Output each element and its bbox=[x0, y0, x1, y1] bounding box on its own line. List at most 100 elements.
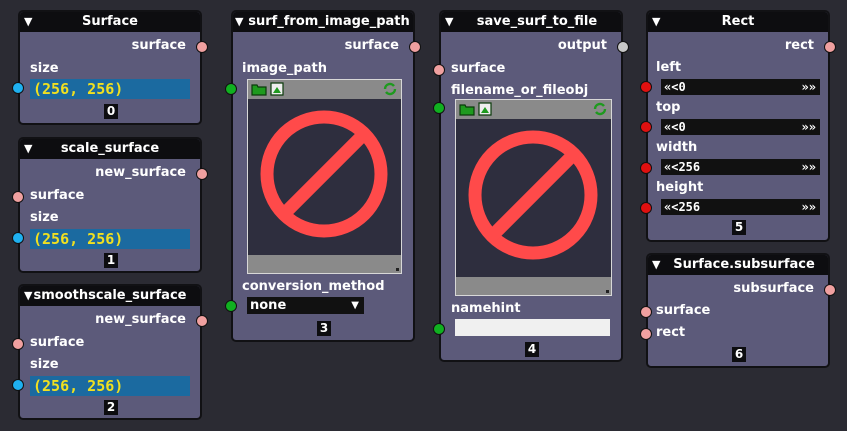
node-index: 4 bbox=[525, 342, 539, 357]
node-header[interactable]: ▼ Surface bbox=[20, 12, 200, 32]
input-socket-top[interactable] bbox=[640, 121, 652, 133]
output-socket-surface[interactable] bbox=[409, 41, 421, 53]
output-socket-new-surface[interactable] bbox=[196, 168, 208, 180]
node-title: Surface.subsurface bbox=[673, 257, 815, 272]
input-socket-height[interactable] bbox=[640, 202, 652, 214]
input-socket-rect[interactable] bbox=[640, 328, 652, 340]
reload-icon[interactable] bbox=[592, 102, 608, 116]
input-socket-left[interactable] bbox=[640, 81, 652, 93]
output-socket-new-surface[interactable] bbox=[196, 315, 208, 327]
height-label: height bbox=[656, 180, 704, 195]
node-index: 5 bbox=[732, 220, 746, 235]
node-title: surf_from_image_path bbox=[248, 14, 410, 29]
size-label: size bbox=[30, 61, 59, 76]
node-title: scale_surface bbox=[60, 141, 160, 156]
node-scale-surface[interactable]: ▼ scale_surface new_surface surface size… bbox=[12, 137, 208, 273]
dropdown-value: none bbox=[250, 298, 287, 313]
input-socket-filename[interactable] bbox=[433, 102, 445, 114]
output-label: new_surface bbox=[95, 165, 186, 180]
size-label: size bbox=[30, 357, 59, 372]
output-socket-surface[interactable] bbox=[196, 41, 208, 53]
output-socket-subsurface[interactable] bbox=[824, 284, 836, 296]
input-socket-width[interactable] bbox=[640, 162, 652, 174]
image-path-preview[interactable] bbox=[247, 79, 402, 274]
left-int-field[interactable]: «<0 »» bbox=[661, 79, 820, 95]
decrement-arrow-icon[interactable]: «< bbox=[664, 200, 678, 214]
decrement-arrow-icon[interactable]: «< bbox=[664, 120, 678, 134]
output-label: surface bbox=[344, 38, 399, 53]
folder-icon[interactable] bbox=[251, 82, 267, 96]
input-socket-size[interactable] bbox=[12, 232, 24, 244]
surface-label: surface bbox=[30, 188, 85, 203]
node-title: save_surf_to_file bbox=[476, 14, 598, 29]
input-socket-surface[interactable] bbox=[12, 191, 24, 203]
forbidden-sign-icon bbox=[468, 130, 598, 260]
input-socket-surface[interactable] bbox=[433, 64, 445, 76]
decrement-arrow-icon[interactable]: «< bbox=[664, 160, 678, 174]
input-socket-size[interactable] bbox=[12, 82, 24, 94]
node-title: smoothscale_surface bbox=[33, 288, 187, 303]
top-int-field[interactable]: «<0 »» bbox=[661, 119, 820, 135]
node-index: 1 bbox=[104, 253, 118, 268]
image-footer bbox=[248, 255, 401, 273]
node-index: 3 bbox=[317, 321, 331, 336]
resize-grip[interactable] bbox=[396, 268, 399, 271]
surface-label: surface bbox=[656, 303, 711, 318]
reload-icon[interactable] bbox=[382, 82, 398, 96]
node-header[interactable]: ▼ smoothscale_surface bbox=[20, 286, 200, 306]
node-header[interactable]: ▼ save_surf_to_file bbox=[441, 12, 621, 32]
rect-label: rect bbox=[656, 325, 686, 340]
output-label: subsurface bbox=[733, 281, 814, 296]
size-tuple-field[interactable]: (256, 256) bbox=[30, 229, 190, 249]
output-label: new_surface bbox=[95, 312, 186, 327]
image-preview-icon[interactable] bbox=[477, 102, 493, 116]
input-socket-conversion-method[interactable] bbox=[225, 300, 237, 312]
input-socket-surface[interactable] bbox=[640, 306, 652, 318]
width-int-field[interactable]: «<256 »» bbox=[661, 159, 820, 175]
node-rect[interactable]: ▼ Rect rect left «<0 »» top «<0 »» width… bbox=[640, 10, 836, 242]
filename-label: filename_or_fileobj bbox=[451, 83, 589, 98]
image-preview-icon[interactable] bbox=[269, 82, 285, 96]
output-label: output bbox=[557, 38, 607, 53]
node-smoothscale-surface[interactable]: ▼ smoothscale_surface new_surface surfac… bbox=[12, 284, 208, 420]
node-title: Surface bbox=[82, 14, 138, 29]
size-tuple-field[interactable]: (256, 256) bbox=[30, 79, 190, 99]
surface-label: surface bbox=[451, 61, 506, 76]
input-socket-surface[interactable] bbox=[12, 338, 24, 350]
increment-arrow-icon[interactable]: »» bbox=[802, 79, 816, 95]
conversion-method-dropdown[interactable]: none ▼ bbox=[247, 297, 364, 314]
size-tuple-field[interactable]: (256, 256) bbox=[30, 376, 190, 396]
node-surf-from-image-path[interactable]: ▼ surf_from_image_path surface image_pat… bbox=[225, 10, 421, 342]
node-index: 2 bbox=[104, 400, 118, 415]
file-preview[interactable] bbox=[455, 99, 612, 296]
node-title: Rect bbox=[721, 14, 755, 29]
output-socket-output[interactable] bbox=[617, 41, 629, 53]
height-int-field[interactable]: «<256 »» bbox=[661, 199, 820, 215]
decrement-arrow-icon[interactable]: «< bbox=[664, 80, 678, 94]
input-socket-namehint[interactable] bbox=[433, 323, 445, 335]
increment-arrow-icon[interactable]: »» bbox=[802, 119, 816, 135]
increment-arrow-icon[interactable]: »» bbox=[802, 199, 816, 215]
node-surface[interactable]: ▼ Surface surface size (256, 256) 0 bbox=[12, 10, 208, 125]
increment-arrow-icon[interactable]: »» bbox=[802, 159, 816, 175]
namehint-input[interactable] bbox=[455, 319, 610, 336]
output-label: surface bbox=[131, 38, 186, 53]
folder-icon[interactable] bbox=[459, 102, 475, 116]
node-save-surf-to-file[interactable]: ▼ save_surf_to_file output surface filen… bbox=[433, 10, 629, 362]
input-socket-image-path[interactable] bbox=[225, 83, 237, 95]
node-header[interactable]: ▼ scale_surface bbox=[20, 139, 200, 159]
collapse-triangle-icon[interactable]: ▼ bbox=[235, 14, 243, 30]
output-socket-rect[interactable] bbox=[824, 41, 836, 53]
input-socket-size[interactable] bbox=[12, 379, 24, 391]
node-header[interactable]: ▼ Rect bbox=[648, 12, 828, 32]
image-footer bbox=[456, 277, 611, 295]
image-path-label: image_path bbox=[242, 61, 327, 76]
top-value: 0 bbox=[678, 120, 686, 134]
height-value: 256 bbox=[678, 200, 701, 214]
node-header[interactable]: ▼ Surface.subsurface bbox=[648, 255, 828, 275]
node-surface-subsurface[interactable]: ▼ Surface.subsurface subsurface surface … bbox=[640, 253, 836, 368]
resize-grip[interactable] bbox=[606, 290, 609, 293]
forbidden-sign-icon bbox=[260, 110, 388, 238]
node-header[interactable]: ▼ surf_from_image_path bbox=[233, 12, 413, 32]
top-label: top bbox=[656, 100, 681, 115]
